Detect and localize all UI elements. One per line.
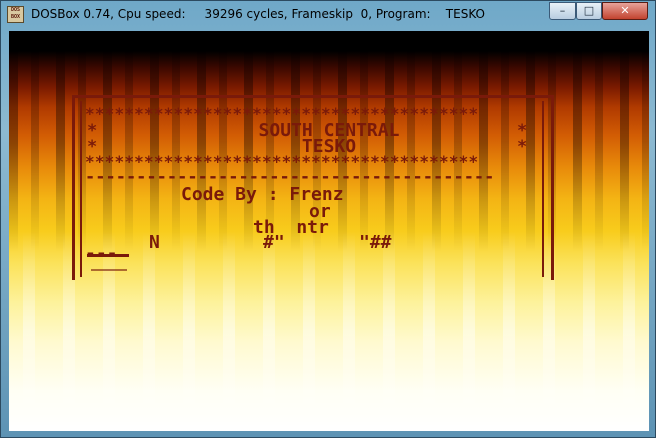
heading2-right-star: * <box>517 137 528 157</box>
dos-screen[interactable]: ****************************************… <box>9 31 649 431</box>
text-cursor-ghost <box>91 269 127 271</box>
text-cursor <box>87 254 129 257</box>
dosbox-app-icon[interactable]: DOS BOX <box>7 6 24 23</box>
dos-text-layer: ****************************************… <box>9 31 649 431</box>
window-title: DOSBox 0.74, Cpu speed: 39296 cycles, Fr… <box>31 7 485 21</box>
partial-text-3: #" <box>263 232 285 253</box>
close-button[interactable]: ✕ <box>602 2 648 20</box>
title-bar[interactable]: DOS BOX DOSBox 0.74, Cpu speed: 39296 cyc… <box>1 1 655 29</box>
partial-text-4: "## <box>359 232 392 253</box>
partial-text-2: N <box>149 232 160 253</box>
maximize-button[interactable]: □ <box>576 2 602 20</box>
dosbox-window: DOS BOX DOSBox 0.74, Cpu speed: 39296 cyc… <box>0 0 656 438</box>
minimize-button[interactable]: – <box>549 2 576 20</box>
